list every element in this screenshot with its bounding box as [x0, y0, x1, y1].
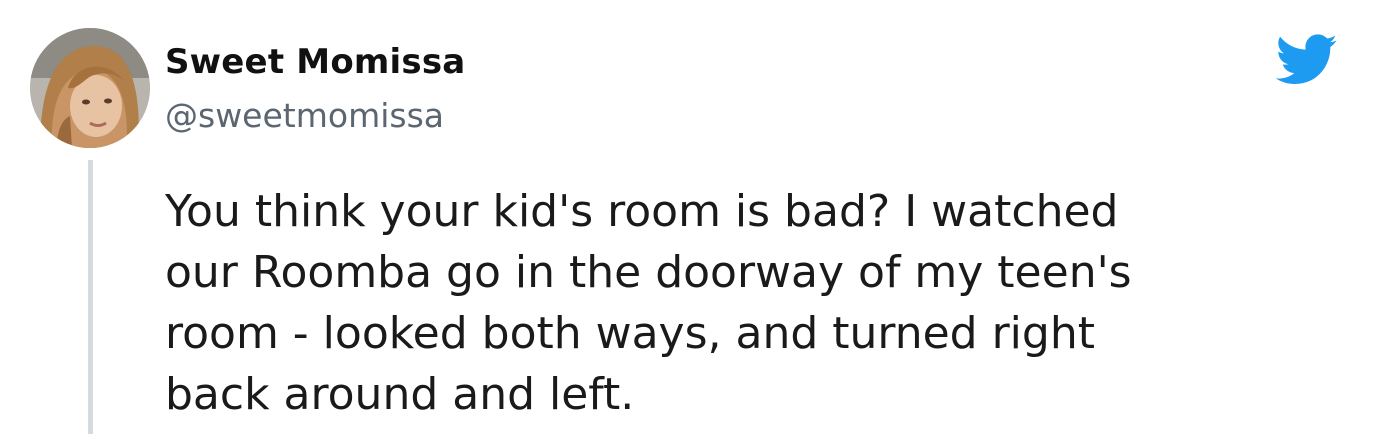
tweet-text-line: back around and left. [165, 369, 635, 420]
avatar[interactable] [30, 28, 150, 148]
profile-photo-icon [30, 28, 150, 148]
tweet-card: Sweet Momissa @sweetmomissa You think yo… [0, 0, 1378, 434]
tweet-text-line: room - looked both ways, and turned righ… [165, 308, 1095, 359]
display-name[interactable]: Sweet Momissa [165, 42, 465, 82]
user-handle[interactable]: @sweetmomissa [165, 96, 444, 135]
tweet-text: You think your kid's room is bad? I watc… [165, 181, 1325, 425]
tweet-text-line: You think your kid's room is bad? I watc… [165, 186, 1119, 237]
thread-line [88, 160, 93, 434]
twitter-bird-icon[interactable] [1276, 34, 1338, 86]
tweet-text-line: our Roomba go in the doorway of my teen'… [165, 247, 1132, 298]
